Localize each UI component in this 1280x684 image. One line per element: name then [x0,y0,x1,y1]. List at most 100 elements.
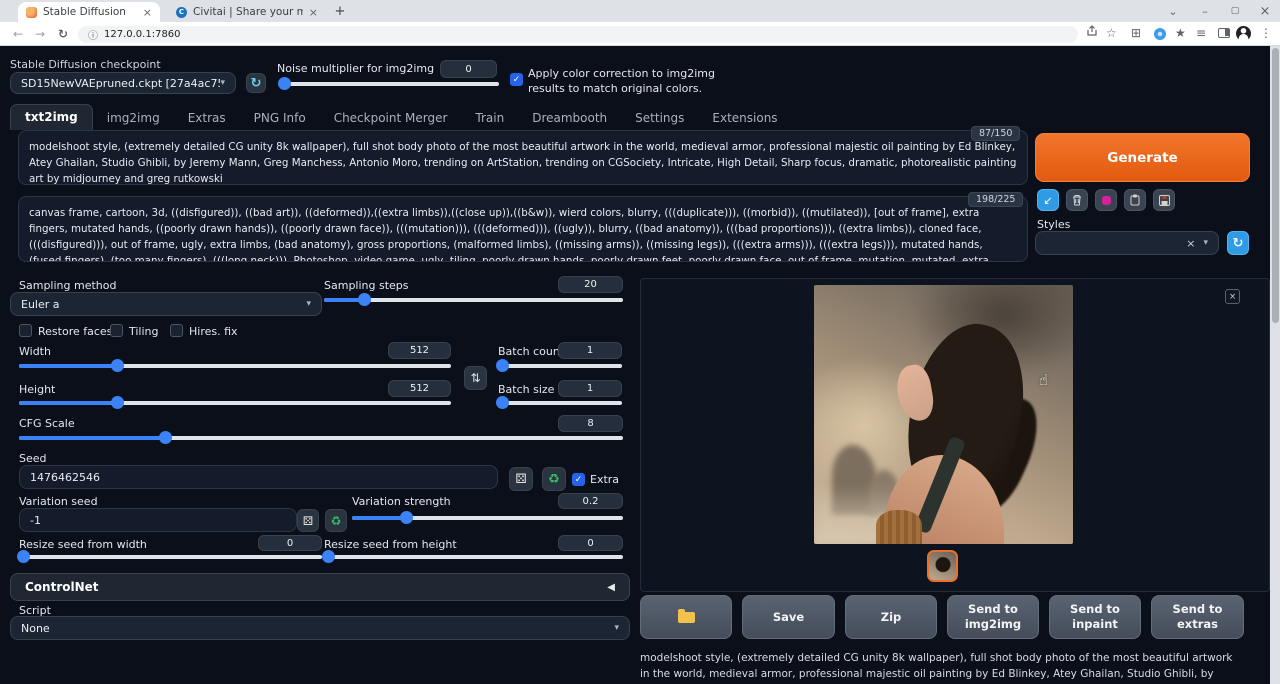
tab-png-info[interactable]: PNG Info [240,106,320,130]
open-folder-button[interactable] [640,595,732,639]
extra-networks-button[interactable] [1095,189,1117,211]
resize-seed-height-label: Resize seed from height [324,538,457,551]
checkpoint-dropdown[interactable]: SD15NewVAEpruned.ckpt [27a4ac756c] ▾ [10,72,236,94]
tab-txt2img[interactable]: txt2img [10,104,93,130]
hires-fix-checkbox[interactable] [170,324,183,337]
scrollbar-thumb[interactable] [1272,48,1279,323]
extra-seed-checkbox[interactable]: ✓ [572,473,585,486]
tab-checkpoint-merger[interactable]: Checkpoint Merger [320,106,462,130]
resize-seed-height-value[interactable]: 0 [558,535,623,551]
forward-icon[interactable]: → [32,26,48,42]
send-to-img2img-button[interactable]: Send to img2img [947,595,1039,639]
profile-avatar[interactable] [1236,26,1251,41]
reload-icon[interactable]: ↻ [55,26,71,42]
cfg-scale-slider[interactable] [19,436,623,440]
reading-list-icon[interactable]: ≡ [1196,26,1206,40]
resize-seed-width-slider[interactable] [19,555,322,559]
stable-diffusion-favicon [26,7,37,18]
noise-multiplier-label: Noise multiplier for img2img [277,62,434,75]
seed-input[interactable] [19,465,498,489]
tab-close-icon[interactable]: × [309,6,318,19]
generated-image[interactable] [814,285,1073,544]
prompt-input[interactable]: modelshoot style, (extremely detailed CG… [18,130,1028,185]
height-slider[interactable] [19,401,451,405]
sampling-steps-slider[interactable] [324,298,623,302]
send-to-inpaint-button[interactable]: Send to inpaint [1049,595,1141,639]
controlnet-label: ControlNet [25,580,99,594]
controlnet-accordion[interactable]: ControlNet ◀ [10,573,630,601]
random-variation-seed-button[interactable]: ⚄ [297,509,319,532]
prompt-token-counter: 87/150 [971,126,1020,141]
tab-train[interactable]: Train [461,106,518,130]
tab-img2img[interactable]: img2img [93,106,174,130]
share-icon[interactable] [1086,25,1098,37]
window-maximize-button[interactable]: ▢ [1220,0,1250,22]
clear-styles-icon[interactable]: × [1186,237,1195,250]
color-correction-checkbox[interactable]: ✓ [510,73,523,86]
negative-prompt-input[interactable]: canvas frame, cartoon, 3d, ((disfigured)… [18,196,1028,262]
clear-prompt-button[interactable] [1066,189,1088,211]
batch-size-value[interactable]: 1 [558,380,622,397]
apply-style-button[interactable] [1124,189,1146,211]
tab-dreambooth[interactable]: Dreambooth [518,106,621,130]
tab-extras[interactable]: Extras [174,106,240,130]
chevron-down-icon: ▾ [306,299,311,309]
window-minimize-button[interactable]: – [1190,0,1220,22]
noise-multiplier-value[interactable]: 0 [440,60,497,78]
height-value[interactable]: 512 [388,380,451,397]
new-tab-button[interactable]: + [332,4,348,20]
window-close-button[interactable]: × [1250,0,1280,22]
variation-strength-value[interactable]: 0.2 [558,493,623,509]
save-style-button[interactable] [1153,189,1175,211]
window-menu-icon[interactable]: ⌄ [1158,0,1188,22]
browser-tab-stable-diffusion[interactable]: Stable Diffusion × [18,2,160,22]
styles-dropdown[interactable]: × ▾ [1035,231,1219,255]
send-to-extras-button[interactable]: Send to extras [1151,595,1244,639]
reuse-seed-button[interactable]: ♻ [542,467,566,491]
sampling-steps-label: Sampling steps [324,279,409,292]
extension-grid-icon[interactable]: ⊞ [1131,26,1141,40]
swap-dimensions-button[interactable]: ⇅ [464,366,487,390]
url-bar[interactable]: ⓘ 127.0.0.1:7860 [78,26,1078,43]
kebab-menu-icon[interactable]: ⋮ [1260,26,1272,40]
script-dropdown[interactable]: None ▾ [10,616,630,640]
browser-tab-civitai[interactable]: C Civitai | Share your models × [168,2,326,22]
batch-count-value[interactable]: 1 [558,342,622,359]
refresh-checkpoint-button[interactable]: ↻ [246,73,266,93]
sampling-method-dropdown[interactable]: Euler a ▾ [10,292,322,316]
noise-multiplier-slider[interactable] [281,82,499,86]
site-info-icon[interactable]: ⓘ [88,27,98,42]
restore-faces-checkbox[interactable] [19,324,32,337]
tab-settings[interactable]: Settings [621,106,698,130]
width-slider[interactable] [19,364,451,368]
back-icon[interactable]: ← [10,26,26,42]
close-gallery-button[interactable]: × [1225,289,1240,304]
width-value[interactable]: 512 [388,342,451,359]
random-seed-button[interactable]: ⚄ [509,467,533,491]
variation-seed-input[interactable] [19,508,297,532]
cfg-scale-value[interactable]: 8 [558,415,623,432]
variation-strength-slider[interactable] [352,516,623,520]
page-scrollbar[interactable] [1270,46,1280,684]
resize-seed-width-value[interactable]: 0 [258,535,322,551]
tab-close-icon[interactable]: × [143,6,152,19]
refresh-styles-button[interactable]: ↻ [1227,231,1249,255]
resize-seed-height-slider[interactable] [324,555,623,559]
batch-size-slider[interactable] [498,401,622,405]
paste-params-button[interactable]: ↙ [1037,189,1059,211]
side-panel-icon[interactable] [1218,28,1230,38]
dice-icon: ⚄ [303,514,313,528]
tab-extensions[interactable]: Extensions [698,106,791,130]
save-button[interactable]: Save [742,595,835,639]
bookmark-star-icon[interactable]: ☆ [1106,26,1117,40]
gallery-thumbnail-selected[interactable] [927,550,958,582]
reuse-variation-seed-button[interactable]: ♻ [325,509,347,532]
hand-cursor-icon: ☝ [1039,371,1048,389]
tiling-checkbox[interactable] [110,324,123,337]
extension-star-icon[interactable]: ★ [1175,26,1186,40]
extension-blue-icon[interactable] [1154,28,1166,40]
zip-button[interactable]: Zip [845,595,937,639]
sampling-steps-value[interactable]: 20 [558,276,623,293]
generate-button[interactable]: Generate [1035,133,1250,182]
batch-count-slider[interactable] [498,364,622,368]
